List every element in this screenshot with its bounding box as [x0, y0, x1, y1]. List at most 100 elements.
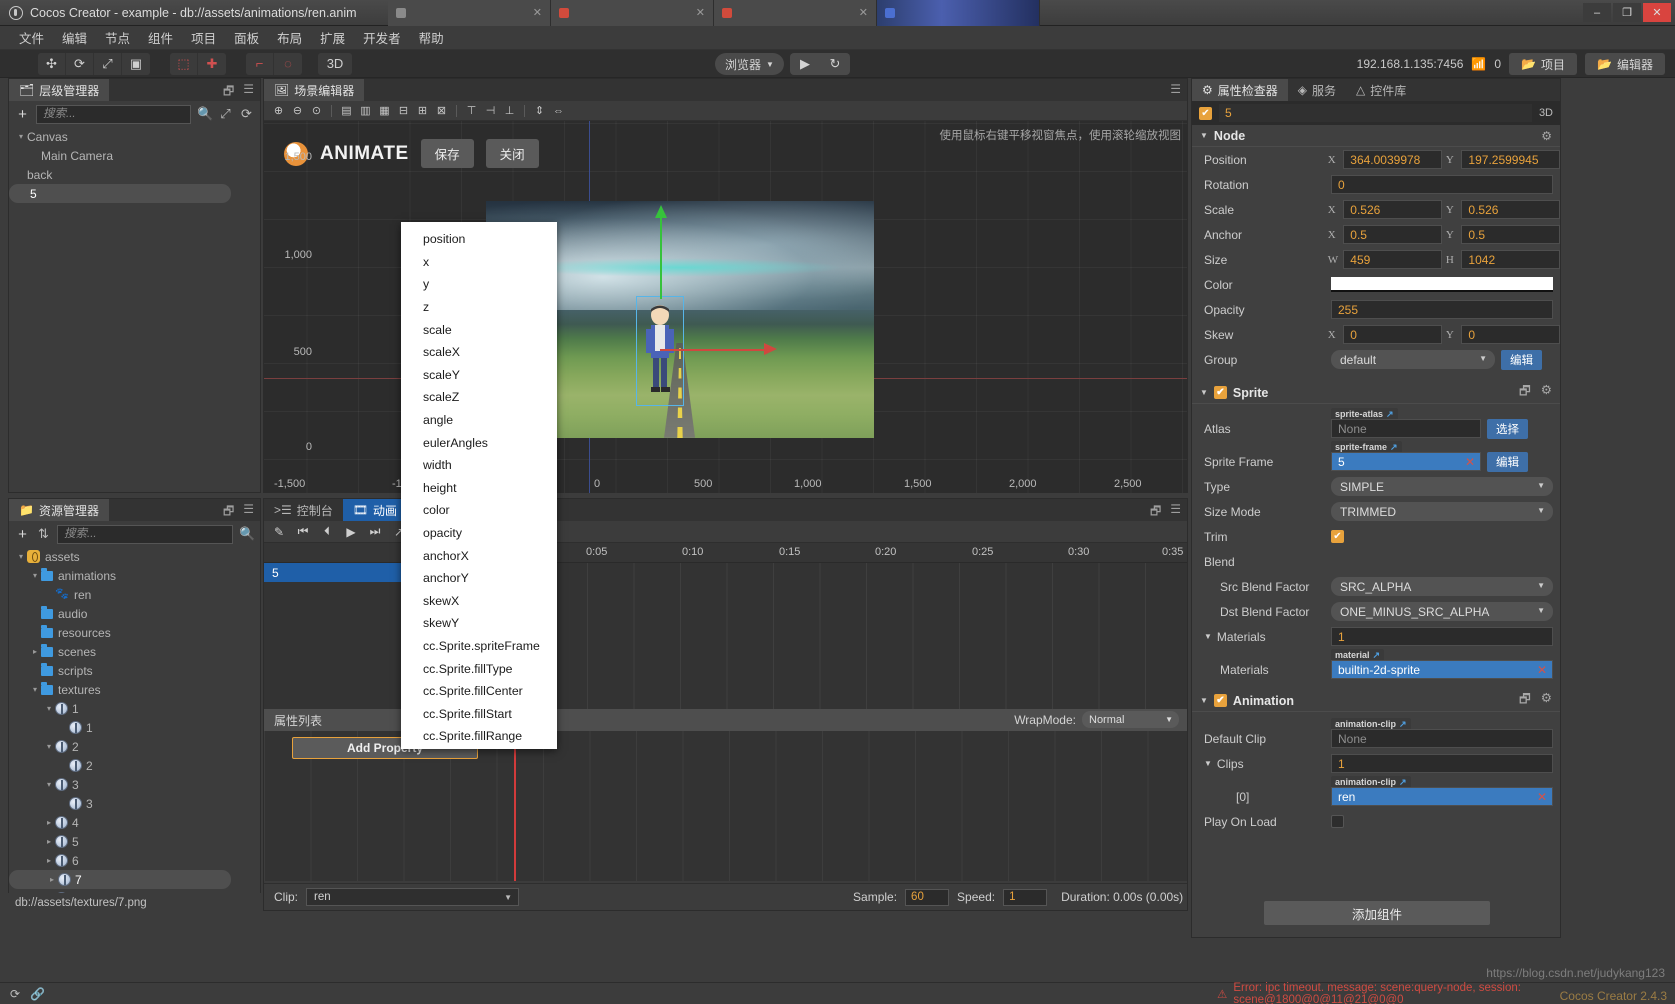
anchor-x-input[interactable]: 0.5 [1343, 225, 1442, 244]
zoom-in-icon[interactable]: ⊕ [270, 103, 287, 119]
save-animation-button[interactable]: 保存 [420, 139, 474, 168]
refresh-button[interactable]: ↻ [820, 56, 850, 72]
expand-caret-icon[interactable]: ▾ [15, 552, 27, 561]
external-link-icon[interactable]: ↗ [1399, 719, 1407, 730]
align-middle-icon[interactable]: ⊣ [482, 103, 499, 119]
sprite-frame-field[interactable]: sprite-frame ↗ 5 ✕ [1331, 441, 1481, 471]
sync-icon[interactable]: ⟳ [10, 987, 20, 1001]
gizmo-y-axis[interactable] [656, 205, 666, 299]
play-button[interactable]: ▶ [790, 56, 820, 72]
scale-x-input[interactable]: 0.526 [1343, 200, 1442, 219]
property-menu-item[interactable]: angle [401, 409, 557, 432]
menu-help[interactable]: 帮助 [410, 25, 453, 50]
gear-icon[interactable]: ⚙ [1541, 129, 1552, 143]
expand-caret-icon[interactable]: ▸ [43, 837, 55, 846]
external-link-icon[interactable]: ↗ [1373, 650, 1381, 661]
group-select[interactable]: default ▼ [1331, 350, 1495, 369]
center-icon[interactable]: ✚ [198, 53, 226, 75]
tab-console[interactable]: >☰ 控制台 [264, 499, 343, 521]
size-width-input[interactable]: 459 [1343, 250, 1442, 269]
menu-component[interactable]: 组件 [139, 25, 182, 50]
align-left-icon[interactable]: ▤ [338, 103, 355, 119]
editor-button[interactable]: 📂 编辑器 [1585, 53, 1665, 75]
position-y-input[interactable]: 197.2599945 [1461, 150, 1560, 169]
browser-select[interactable]: 浏览器 ▼ [715, 53, 784, 75]
search-icon[interactable]: 🔍 [239, 526, 255, 542]
zoom-reset-icon[interactable]: ⊙ [308, 103, 325, 119]
atlas-select-button[interactable]: 选择 [1487, 418, 1528, 439]
expand-caret-icon[interactable]: ▾ [43, 742, 55, 751]
clip-0-field[interactable]: animation-clip ↗ ren ✕ [1331, 776, 1553, 806]
align-bottom-icon[interactable]: ⊥ [501, 103, 518, 119]
expand-caret-icon[interactable]: ▸ [43, 818, 55, 827]
close-icon[interactable]: ✕ [859, 6, 868, 19]
property-menu-item[interactable]: skewY [401, 612, 557, 635]
browser-tab[interactable] [877, 0, 1040, 26]
property-menu-item[interactable]: color [401, 499, 557, 522]
menu-icon[interactable]: ☰ [1170, 502, 1181, 523]
distribute-v-icon[interactable]: ⇕ [531, 103, 548, 119]
distribute-center-icon[interactable]: ⊞ [414, 103, 431, 119]
group-edit-button[interactable]: 编辑 [1501, 349, 1542, 370]
default-clip-value[interactable]: None [1331, 729, 1553, 748]
property-menu-item[interactable]: cc.Sprite.fillCenter [401, 680, 557, 703]
animation-enabled-checkbox[interactable]: ✔ [1213, 694, 1227, 707]
property-menu-item[interactable]: x [401, 251, 557, 274]
jump-start-icon[interactable]: ⏮ [296, 524, 310, 539]
expand-icon[interactable]: ⤢ [218, 106, 233, 122]
asset-item[interactable]: ▸ 6 [9, 851, 260, 870]
menu-file[interactable]: 文件 [10, 25, 53, 50]
asset-item[interactable]: ▸ 7 [9, 870, 231, 889]
local-coord-icon[interactable]: ⌐ [246, 52, 274, 75]
asset-item[interactable]: ▸ 4 [9, 813, 260, 832]
popout-icon[interactable]: 🗗 [1150, 502, 1161, 523]
property-menu-item[interactable]: scaleY [401, 364, 557, 387]
asset-item[interactable]: ▾ 1 [9, 699, 260, 718]
popout-icon[interactable]: 🗗 [223, 502, 234, 523]
asset-item[interactable]: resources [9, 623, 260, 642]
sprite-frame-edit-button[interactable]: 编辑 [1487, 451, 1528, 472]
property-menu-item[interactable]: skewX [401, 590, 557, 613]
play-on-load-checkbox[interactable] [1331, 815, 1344, 828]
menu-developer[interactable]: 开发者 [354, 25, 410, 50]
minimize-button[interactable]: – [1583, 3, 1611, 22]
hierarchy-search-input[interactable]: 搜索... [36, 104, 191, 124]
browser-tab[interactable]: ✕ [551, 0, 714, 26]
property-menu-item[interactable]: cc.Sprite.fillRange [401, 725, 557, 748]
dst-blend-select[interactable]: ONE_MINUS_SRC_ALPHA ▼ [1331, 602, 1553, 621]
atlas-field[interactable]: sprite-atlas ↗ None [1331, 408, 1481, 438]
materials-item-value[interactable]: builtin-2d-sprite ✕ [1331, 660, 1553, 679]
section-animation[interactable]: ▼ ✔ Animation 🗗 ⚙ [1192, 690, 1560, 712]
type-select[interactable]: SIMPLE ▼ [1331, 477, 1553, 496]
global-coord-icon[interactable]: ◌ [274, 53, 302, 75]
clip-0-value[interactable]: ren ✕ [1331, 787, 1553, 806]
property-menu-item[interactable]: cc.Sprite.fillType [401, 657, 557, 680]
scale-y-input[interactable]: 0.526 [1461, 200, 1560, 219]
trim-checkbox[interactable]: ✔ [1331, 530, 1344, 543]
expand-caret-icon[interactable]: ▾ [43, 704, 55, 713]
tab-assets[interactable]: 📁 资源管理器 [9, 499, 109, 521]
property-menu-item[interactable]: opacity [401, 522, 557, 545]
clear-icon[interactable]: ✕ [1465, 455, 1475, 469]
add-node-icon[interactable]: + [15, 106, 30, 123]
maximize-button[interactable]: ❐ [1613, 3, 1641, 22]
speed-input[interactable]: 1 [1003, 888, 1048, 906]
asset-item[interactable]: ▸ scenes [9, 642, 260, 661]
scale-tool-icon[interactable]: ⤢ [94, 52, 122, 75]
menu-layout[interactable]: 布局 [268, 25, 311, 50]
expand-caret-icon[interactable]: ▾ [43, 780, 55, 789]
asset-item[interactable]: 2 [9, 756, 260, 775]
section-node[interactable]: ▼ Node ⚙ [1192, 125, 1560, 147]
play-anim-icon[interactable]: ▶ [344, 525, 358, 539]
asset-item[interactable]: 1 [9, 718, 260, 737]
node-name-input[interactable]: 5 [1219, 104, 1532, 122]
sample-input[interactable]: 60 [905, 888, 950, 906]
add-component-button[interactable]: 添加组件 [1264, 901, 1490, 925]
tab-animation[interactable]: 🎞 动画 [342, 499, 408, 521]
anchor-y-input[interactable]: 0.5 [1461, 225, 1560, 244]
close-icon[interactable]: ✕ [533, 6, 542, 19]
atlas-value[interactable]: None [1331, 419, 1481, 438]
hierarchy-node[interactable]: back [9, 165, 260, 184]
expand-caret-icon[interactable]: ▸ [43, 856, 55, 865]
property-menu-item[interactable]: eulerAngles [401, 431, 557, 454]
